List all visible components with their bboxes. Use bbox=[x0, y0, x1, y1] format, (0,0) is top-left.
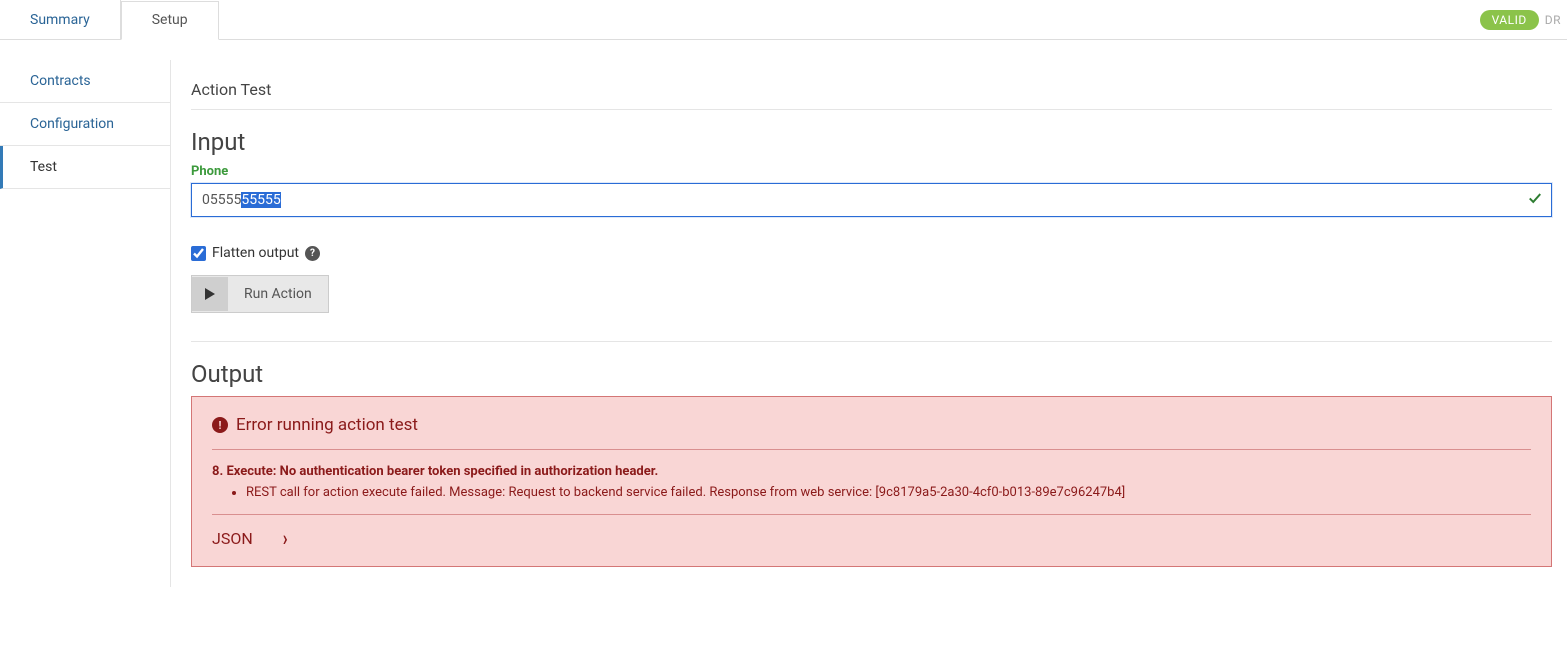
error-step: 8. Execute: No authentication bearer tok… bbox=[212, 464, 1531, 479]
flatten-checkbox[interactable] bbox=[191, 246, 206, 261]
error-icon: ! bbox=[212, 417, 228, 433]
error-title-row: ! Error running action test bbox=[212, 415, 1531, 450]
help-icon[interactable]: ? bbox=[305, 246, 320, 261]
tab-summary[interactable]: Summary bbox=[0, 0, 121, 39]
main-content: Action Test Input Phone 0555555555 Flatt… bbox=[170, 60, 1567, 587]
top-badges: VALID DR bbox=[1480, 10, 1567, 30]
json-toggle[interactable]: JSON › bbox=[212, 514, 1531, 548]
status-badge-dr: DR bbox=[1545, 13, 1561, 27]
output-heading: Output bbox=[191, 360, 1552, 388]
phone-label: Phone bbox=[191, 164, 1552, 179]
page-title: Action Test bbox=[191, 80, 1552, 110]
play-icon bbox=[192, 277, 228, 311]
json-label: JSON bbox=[212, 529, 253, 548]
run-action-button[interactable]: Run Action bbox=[191, 275, 329, 313]
phone-input-wrap: 0555555555 bbox=[191, 183, 1552, 217]
flatten-row: Flatten output ? bbox=[191, 245, 1552, 261]
status-badge-valid: VALID bbox=[1480, 10, 1539, 30]
check-icon bbox=[1528, 191, 1542, 209]
flatten-label: Flatten output bbox=[212, 245, 299, 261]
phone-value-prefix: 05555 bbox=[202, 192, 241, 208]
divider bbox=[191, 341, 1552, 342]
run-action-label: Run Action bbox=[228, 276, 328, 312]
error-panel: ! Error running action test 8. Execute: … bbox=[191, 396, 1552, 567]
sidebar-item-contracts[interactable]: Contracts bbox=[0, 60, 170, 103]
tab-setup[interactable]: Setup bbox=[121, 1, 219, 40]
phone-value-selection: 55555 bbox=[241, 192, 280, 208]
sidebar-item-test[interactable]: Test bbox=[0, 146, 170, 189]
input-heading: Input bbox=[191, 128, 1552, 156]
error-detail-list: REST call for action execute failed. Mes… bbox=[246, 485, 1531, 500]
sidebar: Contracts Configuration Test bbox=[0, 40, 170, 587]
sidebar-item-configuration[interactable]: Configuration bbox=[0, 103, 170, 146]
top-tabs: Summary Setup VALID DR bbox=[0, 0, 1567, 40]
phone-input[interactable]: 0555555555 bbox=[191, 183, 1552, 217]
chevron-right-icon: › bbox=[283, 526, 288, 551]
error-detail-item: REST call for action execute failed. Mes… bbox=[246, 485, 1531, 500]
error-title: Error running action test bbox=[236, 415, 418, 435]
